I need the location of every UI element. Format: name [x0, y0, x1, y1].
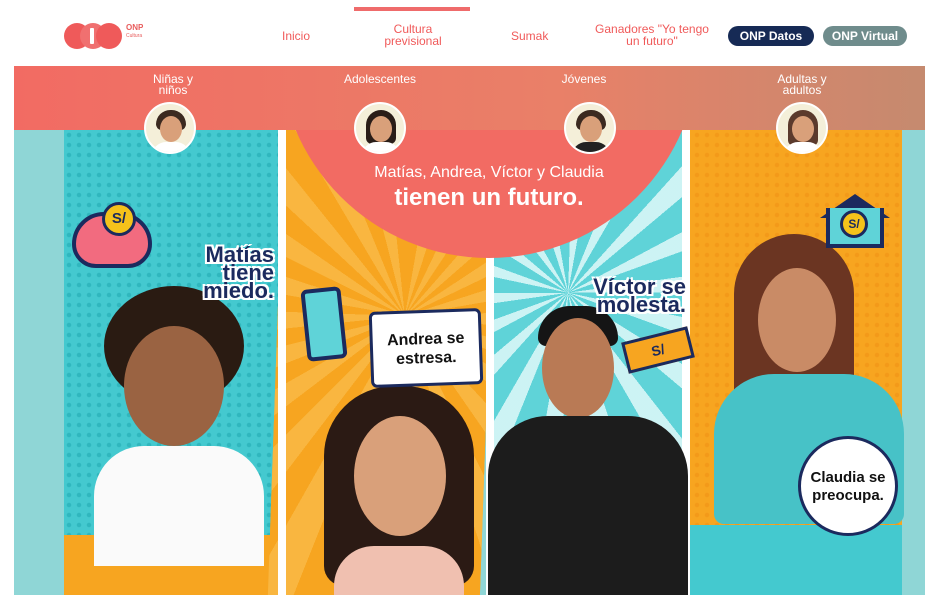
- andrea-speech-bubble: Andrea se estresa.: [368, 308, 484, 388]
- onp-datos-button[interactable]: ONP Datos: [728, 26, 814, 46]
- matias-caption: Matías tiene miedo.: [203, 242, 274, 303]
- coin-icon: S/: [840, 210, 868, 238]
- phone-icon: [300, 286, 348, 362]
- nav-cultura-previsional[interactable]: Cultura previsional: [378, 23, 448, 47]
- avatar-jovenes[interactable]: [564, 102, 616, 154]
- avatar-ninos[interactable]: [144, 102, 196, 154]
- nav-inicio[interactable]: Inicio: [282, 30, 310, 42]
- claudia-speech-bubble: Claudia se preocupa.: [798, 436, 898, 536]
- headline-names: Matías, Andrea, Víctor y Claudia: [374, 164, 604, 181]
- onp-virtual-button[interactable]: ONP Virtual: [823, 26, 907, 46]
- nav-sumak[interactable]: Sumak: [511, 30, 548, 42]
- top-navigation: ONP Cultura Inicio Cultura previsional S…: [0, 0, 925, 66]
- logo-sub: Cultura: [126, 33, 143, 39]
- active-nav-indicator: [354, 7, 470, 11]
- onp-logo[interactable]: ONP Cultura: [62, 21, 172, 51]
- avatar-adolescentes[interactable]: [354, 102, 406, 154]
- coin-icon: S/: [102, 202, 136, 236]
- andrea-photo: [314, 386, 484, 595]
- nav-ganadores[interactable]: Ganadores "Yo tengo un futuro": [592, 23, 712, 47]
- onp-logo-mark: [62, 23, 122, 49]
- logo-name: ONP: [126, 23, 144, 32]
- avatar-adultos[interactable]: [776, 102, 828, 154]
- matias-photo: [84, 286, 264, 586]
- tab-jovenes[interactable]: Jóvenes: [554, 73, 614, 85]
- hero-banner: S/ S/ S/ Matías, Andrea, Víctor y Claudi…: [14, 66, 925, 595]
- tab-adultos[interactable]: Adultas y adultos: [770, 73, 834, 96]
- tab-adolescentes[interactable]: Adolescentes: [340, 73, 420, 85]
- victor-caption: Víctor se molesta.: [593, 274, 686, 317]
- tab-ninos[interactable]: Niñas y niños: [148, 73, 198, 96]
- headline-title: tienen un futuro.: [394, 184, 584, 211]
- logo-text: ONP Cultura: [126, 23, 143, 41]
